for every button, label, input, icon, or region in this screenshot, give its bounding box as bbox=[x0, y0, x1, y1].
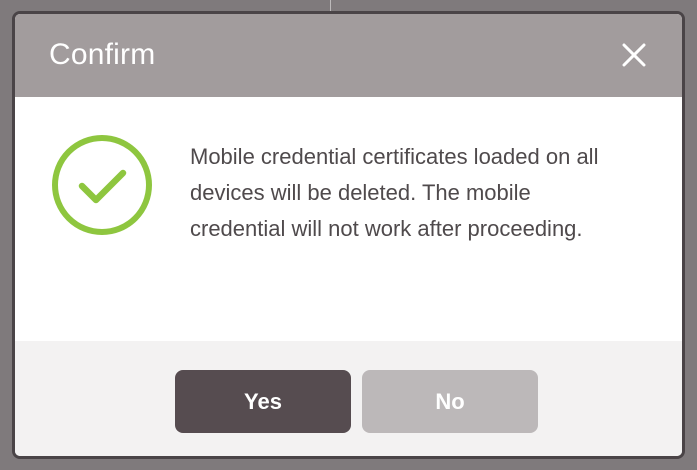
dialog-body: Mobile credential certificates loaded on… bbox=[15, 97, 682, 341]
dialog-message: Mobile credential certificates loaded on… bbox=[190, 144, 599, 241]
close-icon bbox=[622, 43, 646, 67]
close-button[interactable] bbox=[621, 42, 647, 68]
dialog-title: Confirm bbox=[49, 38, 156, 71]
dialog-footer: Yes No bbox=[15, 341, 682, 456]
yes-button[interactable]: Yes bbox=[175, 370, 351, 433]
check-circle-icon bbox=[50, 133, 154, 237]
confirm-dialog: Confirm Mobile credential certificates l… bbox=[12, 11, 685, 459]
dialog-header: Confirm bbox=[15, 14, 682, 97]
no-button[interactable]: No bbox=[362, 370, 538, 433]
